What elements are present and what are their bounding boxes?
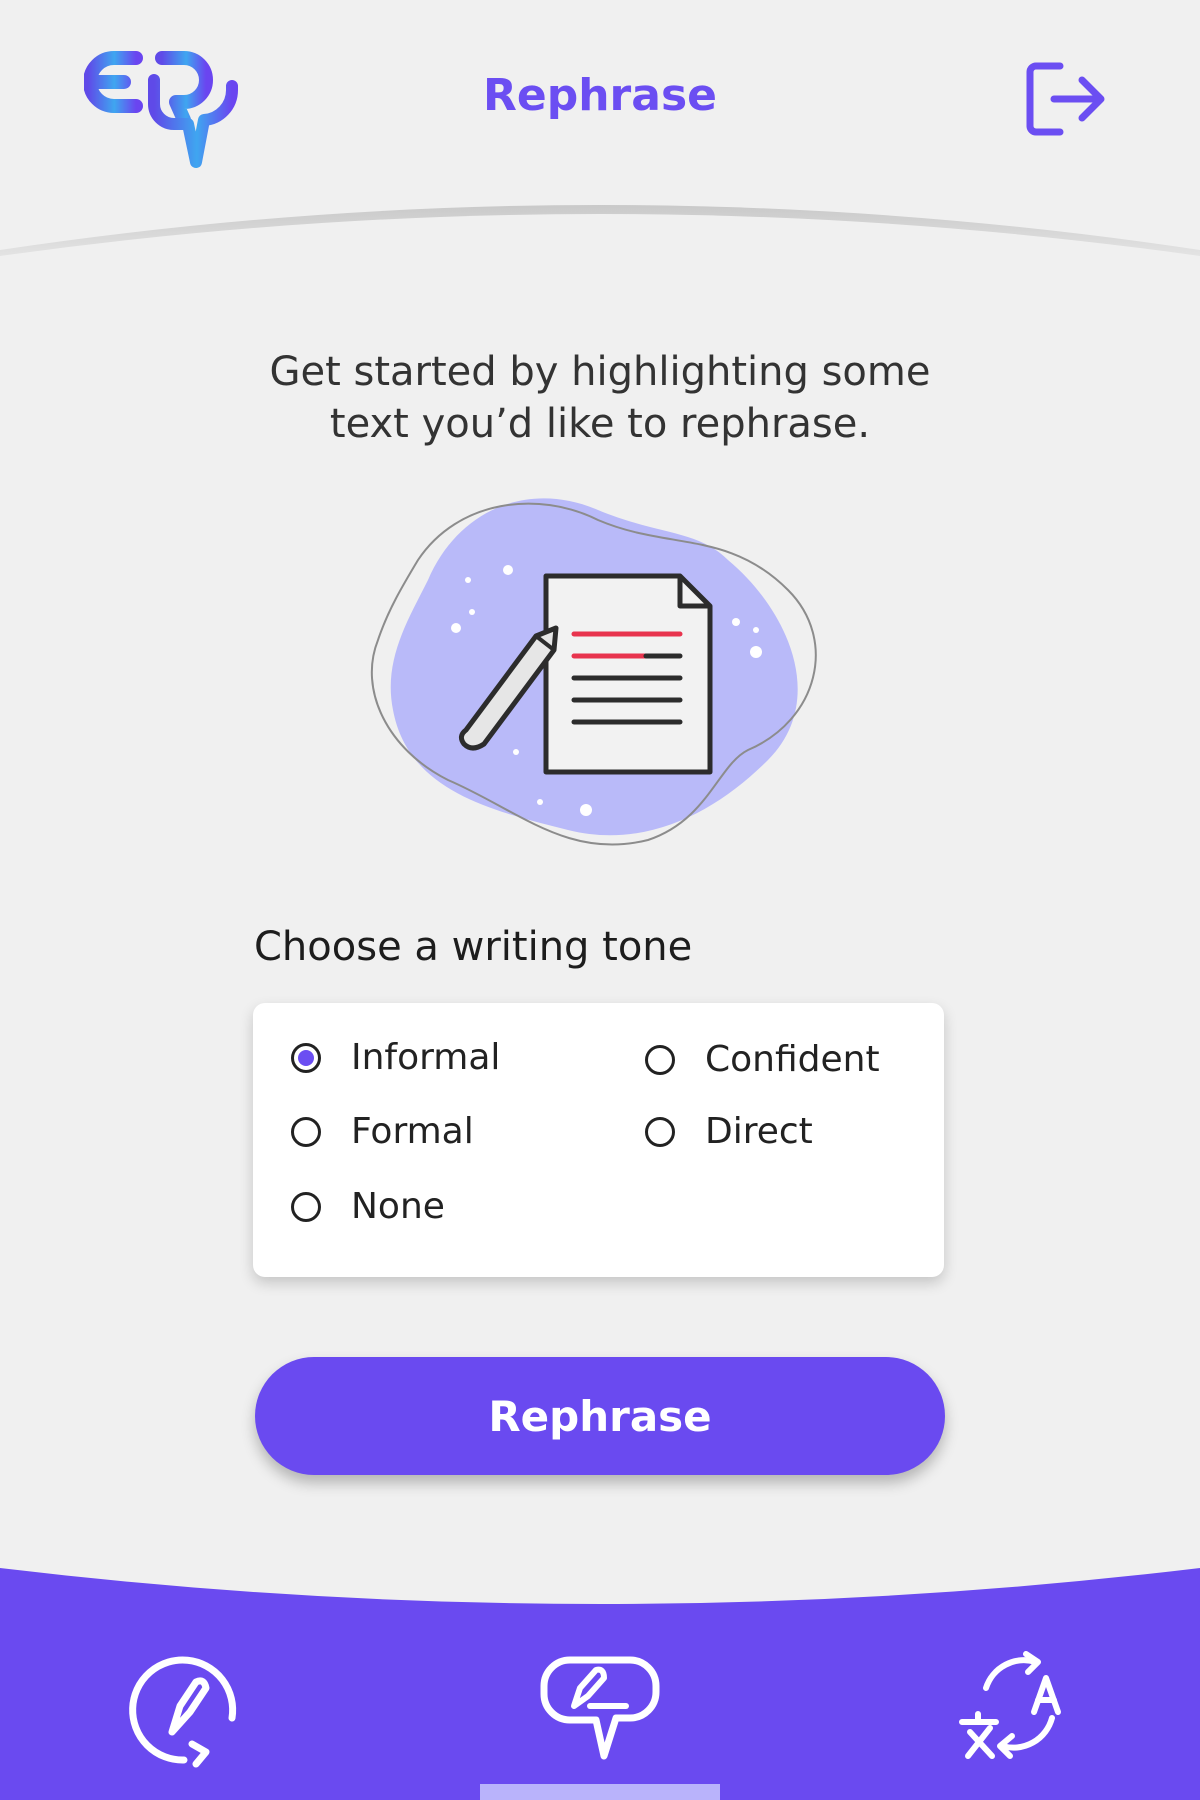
tone-option-label: Confident bbox=[705, 1039, 880, 1080]
app-header: Rephrase bbox=[0, 0, 1200, 210]
rephrase-button[interactable]: Rephrase bbox=[255, 1357, 945, 1475]
tone-option-label: None bbox=[351, 1186, 445, 1227]
tone-heading: Choose a writing tone bbox=[254, 924, 693, 970]
translate-icon[interactable] bbox=[956, 1648, 1076, 1768]
radio-unchecked-icon[interactable] bbox=[291, 1191, 321, 1222]
radio-checked-icon[interactable] bbox=[291, 1042, 321, 1073]
tone-option-none[interactable]: None bbox=[291, 1186, 445, 1227]
tone-options-card: Informal Confident Formal Direct None bbox=[253, 1003, 944, 1277]
page-title: Rephrase bbox=[483, 70, 717, 121]
edit-refresh-icon[interactable] bbox=[124, 1648, 244, 1768]
document-pencil-illustration bbox=[370, 498, 817, 846]
logout-icon[interactable] bbox=[1024, 60, 1108, 140]
intro-line-1: Get started by highlighting some bbox=[269, 349, 931, 395]
tone-option-direct[interactable]: Direct bbox=[645, 1111, 813, 1152]
header-curve-divider bbox=[0, 205, 1200, 280]
tone-option-label: Direct bbox=[705, 1111, 813, 1152]
tone-option-label: Formal bbox=[351, 1111, 474, 1152]
radio-unchecked-icon[interactable] bbox=[291, 1116, 321, 1147]
tone-option-informal[interactable]: Informal bbox=[291, 1037, 500, 1078]
tone-option-label: Informal bbox=[351, 1037, 501, 1078]
bottom-navigation bbox=[0, 1560, 1200, 1800]
radio-unchecked-icon[interactable] bbox=[645, 1116, 675, 1147]
chat-pen-icon[interactable] bbox=[540, 1648, 660, 1768]
tone-option-confident[interactable]: Confident bbox=[645, 1039, 880, 1080]
intro-text: Get started by highlighting some text yo… bbox=[0, 346, 1200, 450]
radio-unchecked-icon[interactable] bbox=[645, 1044, 675, 1075]
tone-option-formal[interactable]: Formal bbox=[291, 1111, 474, 1152]
active-nav-indicator bbox=[480, 1784, 720, 1800]
intro-line-2: text you’d like to rephrase. bbox=[329, 401, 871, 447]
